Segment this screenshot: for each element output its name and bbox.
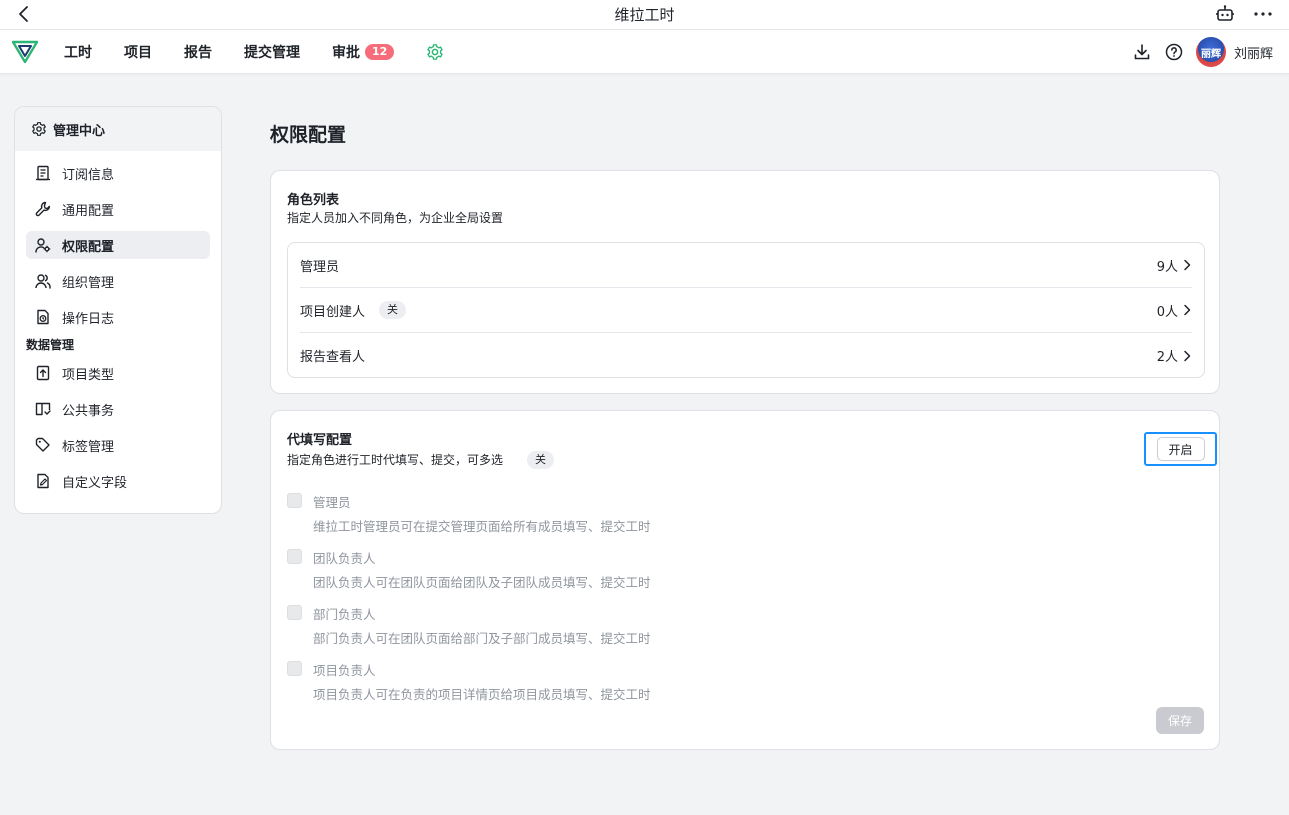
proxy-fill-card: 代填写配置 指定角色进行工时代填写、提交，可多选 关 开启 管理员 维拉工时管理… [270, 410, 1220, 750]
window-title: 维拉工时 [614, 6, 675, 24]
status-badge: 关 [379, 301, 407, 319]
sidebar-item-project-types[interactable]: 项目类型 [26, 359, 210, 387]
project-lead-checkbox[interactable] [287, 661, 302, 676]
user-name[interactable]: 刘丽辉 [1234, 43, 1273, 62]
status-badge: 关 [527, 451, 554, 469]
book-icon [34, 400, 52, 418]
enable-button[interactable]: 开启 [1156, 437, 1205, 461]
sidebar-item-public-affairs[interactable]: 公共事务 [26, 395, 210, 423]
admin-checkbox[interactable] [287, 493, 302, 508]
option-desc: 部门负责人可在团队页面给部门及子部门成员填写、提交工时 [313, 631, 651, 646]
wrench-icon [34, 200, 52, 218]
tag-icon [34, 436, 52, 454]
dept-lead-checkbox[interactable] [287, 605, 302, 620]
role-count: 2人 [1156, 350, 1178, 365]
role-list-desc: 指定人员加入不同角色，为企业全局设置 [287, 211, 504, 225]
sidebar-header: 管理中心 [15, 107, 221, 151]
top-nav: 工时 项目 报告 提交管理 审批 12 丽辉 刘丽辉 [0, 30, 1289, 74]
users-icon [34, 272, 52, 290]
gear-icon [31, 121, 47, 137]
nav-item-projects[interactable]: 项目 [124, 42, 152, 62]
role-name: 项目创建人 [300, 304, 366, 320]
download-icon[interactable] [1132, 42, 1152, 62]
role-row-report-viewer[interactable]: 报告查看人 2人 [300, 333, 1192, 378]
approval-count-badge: 12 [365, 44, 395, 60]
sidebar-item-label: 自定义字段 [62, 475, 128, 491]
proxy-fill-desc: 指定角色进行工时代填写、提交，可多选 [287, 453, 504, 467]
avatar[interactable]: 丽辉 [1195, 37, 1226, 67]
robot-icon[interactable] [1213, 2, 1237, 26]
admin-sidebar: 管理中心 订阅信息 通用配置 权限配置 组织管理 操作日志 数据管理 项目类型 … [14, 106, 222, 514]
option-desc: 维拉工时管理员可在提交管理页面给所有成员填写、提交工时 [313, 519, 651, 534]
sidebar-header-label: 管理中心 [53, 123, 106, 139]
user-settings-icon [34, 236, 52, 254]
option-desc: 团队负责人可在团队页面给团队及子团队成员填写、提交工时 [313, 575, 651, 590]
sidebar-group-data: 数据管理 [26, 338, 75, 352]
logo-icon[interactable] [11, 39, 39, 65]
sidebar-item-label: 项目类型 [62, 367, 115, 383]
role-list-title: 角色列表 [287, 193, 340, 208]
nav-item-approval-label: 审批 [332, 45, 360, 61]
option-label: 管理员 [313, 495, 351, 510]
role-list-card: 角色列表 指定人员加入不同角色，为企业全局设置 管理员 9人 项目创建人 关 0… [270, 170, 1220, 394]
role-name: 管理员 [300, 259, 340, 275]
sidebar-item-label: 公共事务 [62, 403, 115, 419]
nav-item-hours[interactable]: 工时 [64, 42, 92, 62]
more-icon[interactable] [1251, 2, 1275, 26]
sidebar-item-general[interactable]: 通用配置 [26, 195, 210, 223]
sidebar-item-organization[interactable]: 组织管理 [26, 267, 210, 295]
option-desc: 项目负责人可在负责的项目详情页给项目成员填写、提交工时 [313, 687, 651, 702]
sidebar-item-label: 标签管理 [62, 439, 115, 455]
log-icon [34, 308, 52, 326]
role-row-project-creator[interactable]: 项目创建人 关 0人 [300, 288, 1192, 333]
sidebar-item-permissions[interactable]: 权限配置 [26, 231, 210, 259]
nav-item-submission[interactable]: 提交管理 [244, 42, 300, 62]
sidebar-item-label: 权限配置 [62, 239, 115, 255]
chevron-right-icon [1182, 259, 1192, 271]
sidebar-item-operation-log[interactable]: 操作日志 [26, 303, 210, 331]
role-list: 管理员 9人 项目创建人 关 0人 报告查看人 2人 [287, 242, 1205, 378]
sidebar-item-label: 通用配置 [62, 203, 115, 219]
settings-gear-icon[interactable] [426, 43, 444, 61]
role-row-admin[interactable]: 管理员 9人 [300, 243, 1192, 288]
option-label: 项目负责人 [313, 663, 376, 678]
sidebar-item-subscription[interactable]: 订阅信息 [26, 159, 210, 187]
page-title: 权限配置 [270, 124, 347, 146]
role-count: 9人 [1156, 259, 1178, 275]
nav-item-approval[interactable]: 审批 12 [332, 42, 395, 62]
option-label: 团队负责人 [313, 551, 376, 566]
back-icon[interactable] [12, 2, 36, 26]
receipt-icon [34, 164, 52, 182]
role-name: 报告查看人 [300, 350, 366, 365]
sidebar-item-tags[interactable]: 标签管理 [26, 431, 210, 459]
enable-toggle-focus: 开启 [1144, 432, 1217, 466]
sidebar-item-label: 订阅信息 [62, 167, 115, 183]
chevron-right-icon [1182, 304, 1192, 316]
help-icon[interactable] [1164, 42, 1184, 62]
sidebar-item-custom-fields[interactable]: 自定义字段 [26, 467, 210, 495]
sidebar-item-label: 组织管理 [62, 275, 115, 291]
title-bar: 维拉工时 [0, 0, 1289, 30]
role-count: 0人 [1156, 304, 1178, 320]
save-button[interactable]: 保存 [1156, 707, 1204, 734]
nav-item-reports[interactable]: 报告 [184, 42, 212, 62]
sidebar-item-label: 操作日志 [62, 311, 115, 327]
upload-doc-icon [34, 364, 52, 382]
chevron-right-icon [1182, 350, 1192, 362]
edit-doc-icon [34, 472, 52, 490]
team-lead-checkbox[interactable] [287, 549, 302, 564]
proxy-fill-title: 代填写配置 [287, 433, 353, 448]
option-label: 部门负责人 [313, 607, 376, 622]
